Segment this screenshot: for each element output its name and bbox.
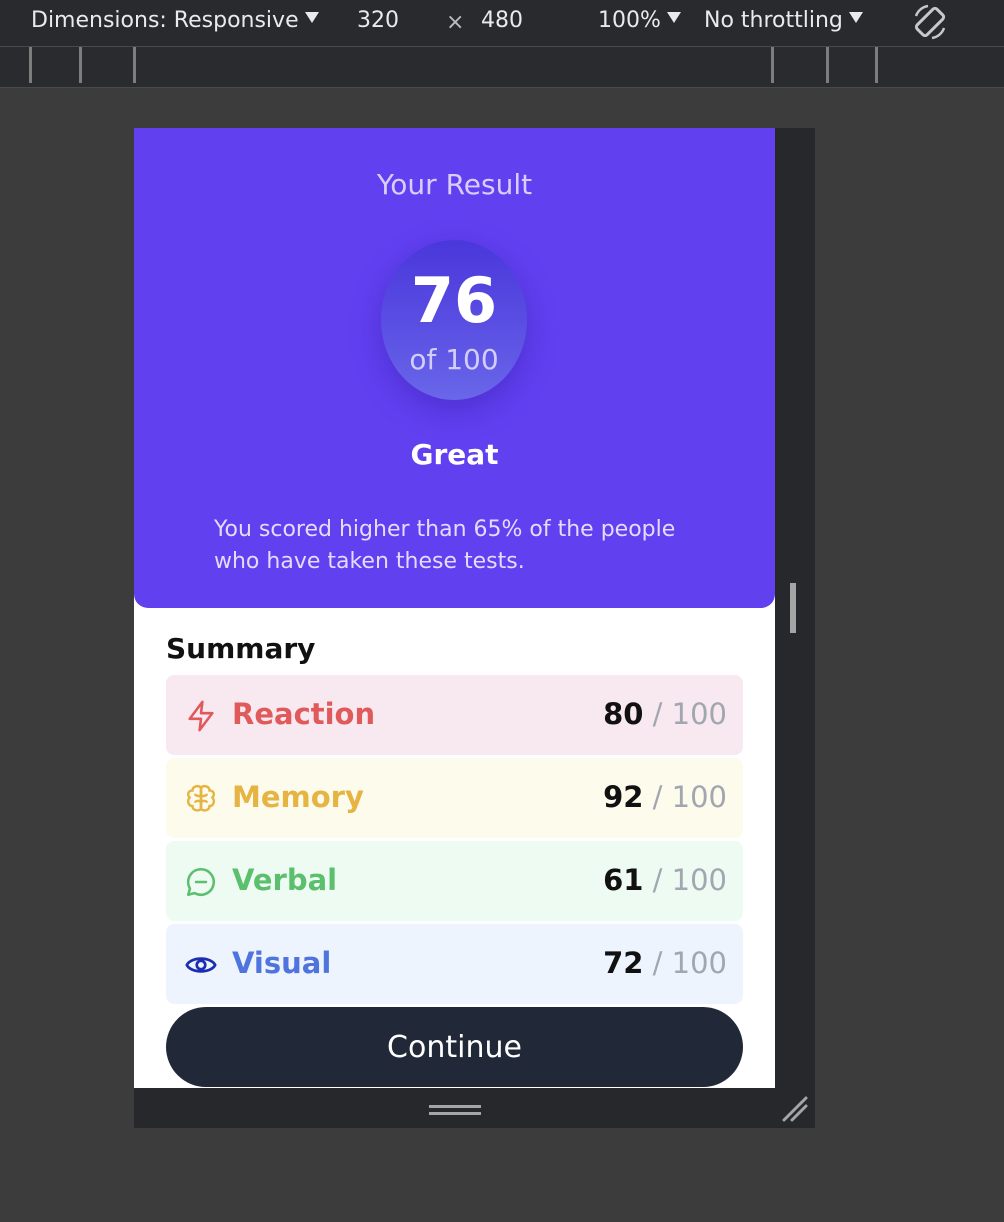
score-number: 61 bbox=[603, 863, 644, 897]
continue-button[interactable]: Continue bbox=[166, 1007, 743, 1087]
throttling-label: No throttling bbox=[704, 8, 843, 33]
lightning-icon bbox=[188, 700, 214, 732]
score-number: 72 bbox=[603, 946, 644, 980]
result-panel: Your Result 76 of 100 Great You scored h… bbox=[134, 128, 775, 608]
device-viewport: Your Result 76 of 100 Great You scored h… bbox=[134, 128, 775, 1088]
ruler-divider bbox=[875, 47, 878, 83]
summary-score: 72 / 100 bbox=[603, 946, 727, 980]
ruler-divider bbox=[29, 47, 32, 83]
zoom-dropdown[interactable]: 100% bbox=[598, 8, 681, 33]
chevron-down-icon bbox=[304, 12, 319, 23]
resize-handle-right[interactable] bbox=[790, 583, 796, 633]
resize-corner-icon[interactable] bbox=[780, 1094, 810, 1124]
ruler-divider bbox=[133, 47, 136, 83]
summary-label: Reaction bbox=[232, 697, 376, 731]
zoom-label: 100% bbox=[598, 8, 661, 33]
rotate-icon[interactable] bbox=[910, 2, 950, 42]
summary-score: 61 / 100 bbox=[603, 863, 727, 897]
dimensions-label: Dimensions: Responsive bbox=[31, 8, 299, 33]
score-max: / 100 bbox=[652, 697, 727, 731]
chevron-down-icon bbox=[666, 12, 681, 23]
chat-bubble-icon bbox=[186, 867, 215, 897]
result-description: You scored higher than 65% of the people… bbox=[214, 517, 676, 574]
eye-icon bbox=[185, 957, 217, 973]
score-number: 92 bbox=[603, 780, 644, 814]
width-input[interactable]: 320 bbox=[357, 8, 399, 33]
summary-label: Verbal bbox=[232, 863, 338, 897]
height-input[interactable]: 480 bbox=[481, 8, 523, 33]
summary-row-memory: Memory 92 / 100 bbox=[166, 758, 743, 838]
score-max: / 100 bbox=[652, 780, 727, 814]
summary-row-verbal: Verbal 61 / 100 bbox=[166, 841, 743, 921]
ruler-divider bbox=[771, 47, 774, 83]
dimensions-dropdown[interactable]: Dimensions: Responsive bbox=[31, 8, 319, 33]
summary-row-visual: Visual 72 / 100 bbox=[166, 924, 743, 1004]
ruler-divider bbox=[826, 47, 829, 83]
devtools-toolbar: Dimensions: Responsive 320 × 480 100% No… bbox=[0, 0, 1004, 46]
summary-label: Visual bbox=[232, 946, 332, 980]
media-query-ruler bbox=[0, 46, 1004, 88]
score-max: / 100 bbox=[652, 863, 727, 897]
resize-handle-bottom[interactable] bbox=[429, 1105, 481, 1115]
times-separator: × bbox=[446, 10, 465, 35]
summary-row-reaction: Reaction 80 / 100 bbox=[166, 675, 743, 755]
summary-score: 80 / 100 bbox=[603, 697, 727, 731]
score-value: 76 bbox=[410, 264, 498, 337]
rating-label: Great bbox=[410, 438, 499, 471]
summary-title: Summary bbox=[166, 632, 316, 665]
score-number: 80 bbox=[603, 697, 644, 731]
ruler-divider bbox=[79, 47, 82, 83]
score-out-of: of 100 bbox=[409, 343, 499, 376]
summary-label: Memory bbox=[232, 780, 364, 814]
score-max: / 100 bbox=[652, 946, 727, 980]
summary-score: 92 / 100 bbox=[603, 780, 727, 814]
brain-icon bbox=[186, 784, 216, 812]
device-frame: Your Result 76 of 100 Great You scored h… bbox=[134, 128, 815, 1128]
throttling-dropdown[interactable]: No throttling bbox=[704, 8, 863, 33]
chevron-down-icon bbox=[848, 12, 863, 23]
result-title: Your Result bbox=[376, 168, 533, 201]
score-circle: 76 of 100 bbox=[381, 240, 527, 400]
